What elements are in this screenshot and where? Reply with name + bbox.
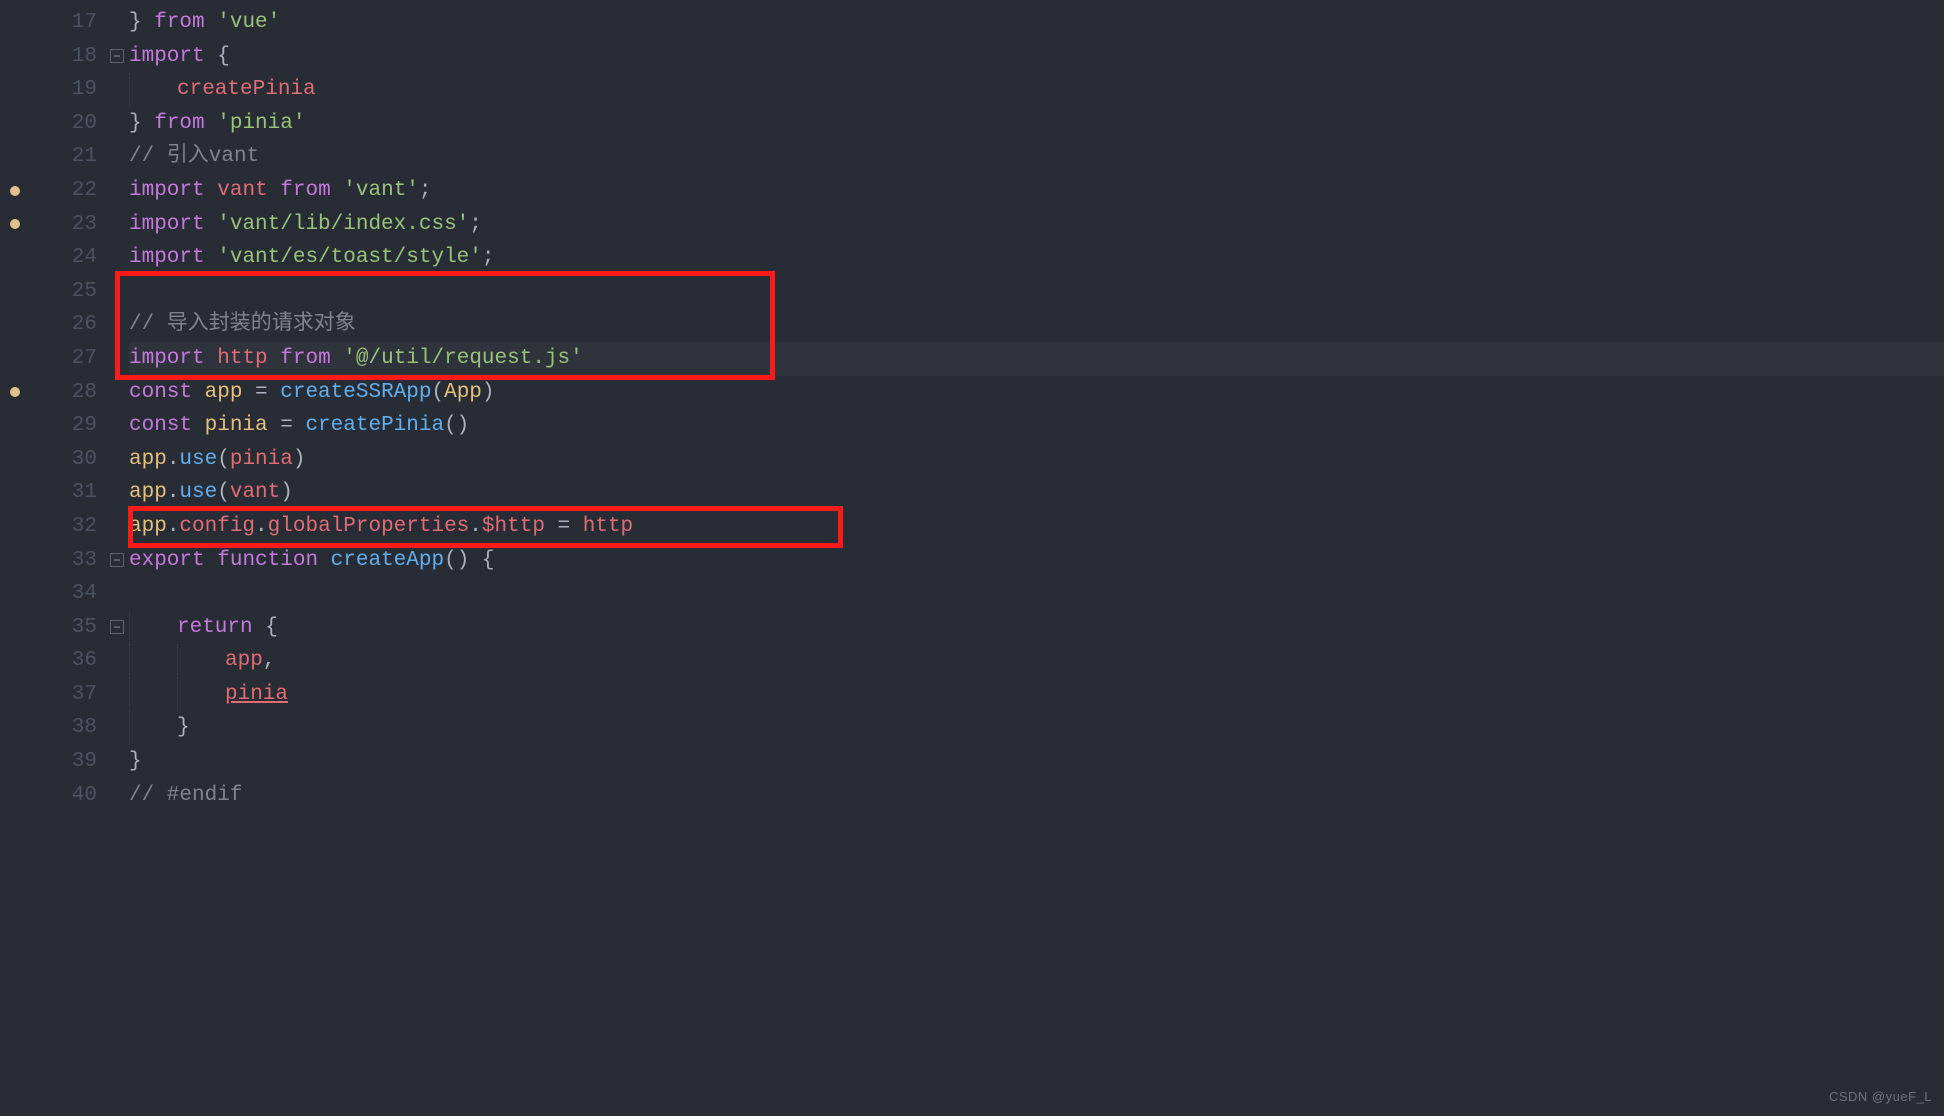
code-line[interactable]: app.use(pinia) [129,443,1944,477]
fold-marker [105,241,129,275]
fold-marker [105,779,129,813]
code-line[interactable]: app, [129,644,1944,678]
fold-marker [105,107,129,141]
code-line[interactable]: import 'vant/es/toast/style'; [129,241,1944,275]
code-line[interactable] [129,275,1944,309]
watermark: CSDN @yueF_L [1829,1087,1932,1108]
modified-line-dot [10,387,20,397]
code-line[interactable]: // 导入封装的请求对象 [129,308,1944,342]
code-line[interactable]: } [129,711,1944,745]
fold-marker [105,678,129,712]
fold-marker [105,73,129,107]
fold-marker [105,308,129,342]
line-number: 28 [30,376,97,410]
line-number: 32 [30,510,97,544]
code-line[interactable]: app.use(vant) [129,476,1944,510]
fold-marker [105,476,129,510]
line-number: 36 [30,644,97,678]
line-number: 38 [30,711,97,745]
code-line[interactable] [129,577,1944,611]
line-number: 22 [30,174,97,208]
code-line[interactable]: createPinia [129,73,1944,107]
line-number: 37 [30,678,97,712]
code-line[interactable]: } from 'vue' [129,6,1944,40]
fold-marker [105,275,129,309]
fold-column: − − − [105,0,129,1116]
line-number: 29 [30,409,97,443]
code-line[interactable]: import 'vant/lib/index.css'; [129,208,1944,242]
fold-marker [105,644,129,678]
code-line[interactable]: import http from '@/util/request.js' [129,342,1944,376]
line-number: 33 [30,544,97,578]
fold-marker [105,711,129,745]
fold-marker [105,140,129,174]
line-number: 40 [30,779,97,813]
fold-marker[interactable]: − [105,611,129,645]
line-number: 19 [30,73,97,107]
modified-line-dot [10,186,20,196]
code-line[interactable]: // #endif [129,779,1944,813]
line-number: 17 [30,6,97,40]
code-line[interactable]: export function createApp() { [129,544,1944,578]
line-number: 34 [30,577,97,611]
code-line[interactable]: pinia [129,678,1944,712]
fold-marker [105,510,129,544]
fold-marker [105,577,129,611]
code-area[interactable]: } from 'vue'import {createPinia} from 'p… [129,0,1944,1116]
line-number: 39 [30,745,97,779]
code-line[interactable]: const pinia = createPinia() [129,409,1944,443]
code-line[interactable]: return { [129,611,1944,645]
code-editor[interactable]: 1718192021222324252627282930313233343536… [0,0,1944,1116]
line-number-gutter: 1718192021222324252627282930313233343536… [30,0,105,1116]
line-number: 31 [30,476,97,510]
fold-marker [105,342,129,376]
fold-marker [105,376,129,410]
code-line[interactable]: const app = createSSRApp(App) [129,376,1944,410]
code-line[interactable]: import vant from 'vant'; [129,174,1944,208]
code-line[interactable]: app.config.globalProperties.$http = http [129,510,1944,544]
line-number: 27 [30,342,97,376]
line-number: 30 [30,443,97,477]
fold-marker [105,409,129,443]
line-number: 25 [30,275,97,309]
fold-marker [105,443,129,477]
code-line[interactable]: // 引入vant [129,140,1944,174]
modified-line-dot [10,219,20,229]
fold-marker [105,208,129,242]
line-number: 21 [30,140,97,174]
line-number: 26 [30,308,97,342]
fold-marker[interactable]: − [105,544,129,578]
code-line[interactable]: } from 'pinia' [129,107,1944,141]
fold-marker[interactable]: − [105,40,129,74]
line-number: 23 [30,208,97,242]
fold-marker [105,6,129,40]
modified-marker-bar [0,0,30,1116]
code-line[interactable]: import { [129,40,1944,74]
line-number: 20 [30,107,97,141]
line-number: 35 [30,611,97,645]
line-number: 18 [30,40,97,74]
line-number: 24 [30,241,97,275]
code-line[interactable]: } [129,745,1944,779]
fold-marker [105,174,129,208]
fold-marker [105,745,129,779]
